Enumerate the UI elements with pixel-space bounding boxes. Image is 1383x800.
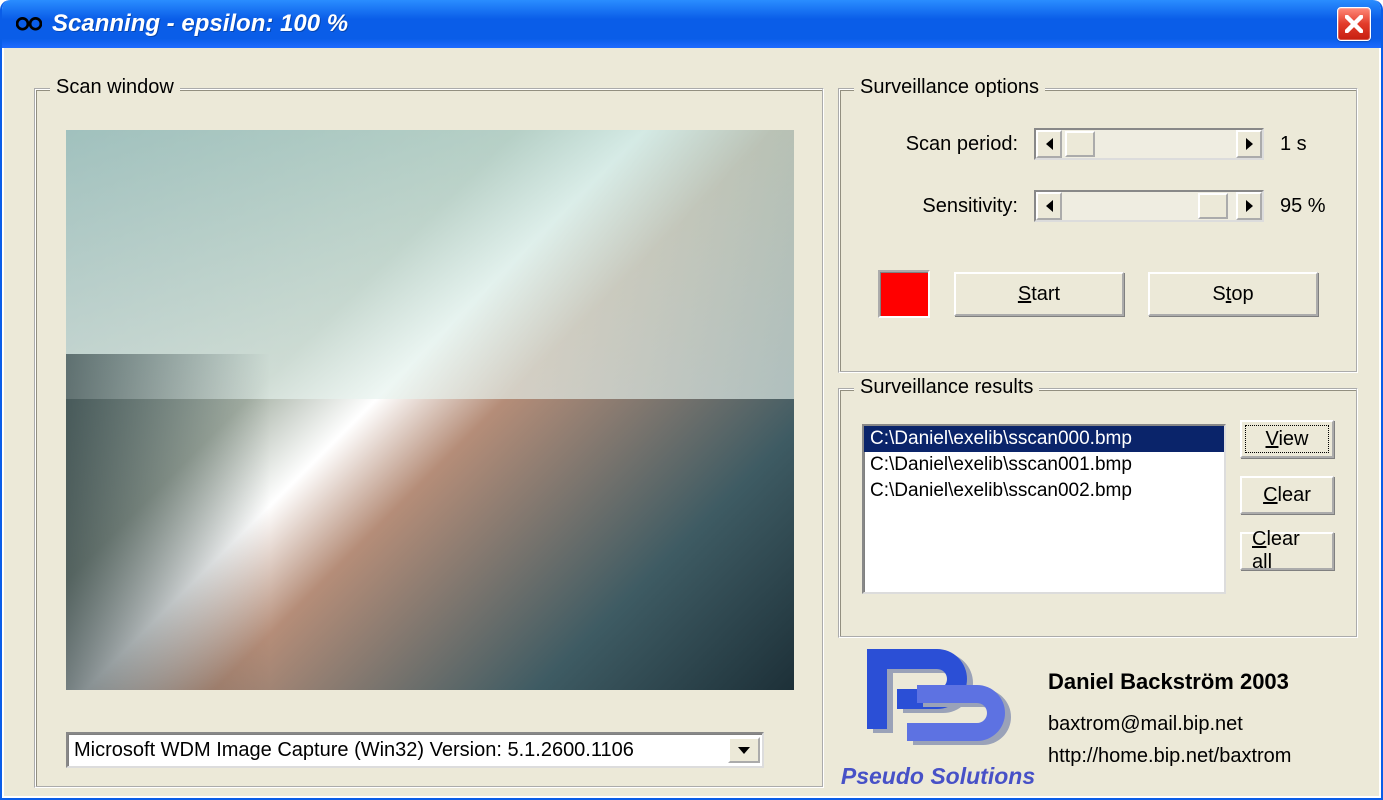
footer: Pseudo Solutions Daniel Backström 2003 b… bbox=[838, 648, 1358, 788]
scan-period-value: 1 s bbox=[1280, 133, 1307, 156]
arrow-left-button[interactable] bbox=[1036, 130, 1062, 158]
arrow-left-button[interactable] bbox=[1036, 192, 1062, 220]
author-name: Daniel Backström 2003 bbox=[1048, 664, 1291, 699]
title-bar[interactable]: Scanning - epsilon: 100 % bbox=[2, 0, 1381, 48]
list-item[interactable]: C:\Daniel\exelib\sscan000.bmp bbox=[864, 426, 1224, 452]
sensitivity-row: Sensitivity: 95 % bbox=[868, 190, 1328, 222]
capture-device-dropdown[interactable]: Microsoft WDM Image Capture (Win32) Vers… bbox=[66, 732, 764, 768]
surveillance-options-legend: Surveillance options bbox=[854, 76, 1045, 99]
results-button-column: View Clear Clear all bbox=[1240, 420, 1334, 570]
logo: Pseudo Solutions bbox=[838, 647, 1038, 790]
capture-device-value: Microsoft WDM Image Capture (Win32) Vers… bbox=[74, 739, 634, 762]
surveillance-results-legend: Surveillance results bbox=[854, 376, 1039, 399]
chevron-down-icon bbox=[738, 747, 750, 754]
client-area: Scan window Microsoft WDM Image Capture … bbox=[4, 48, 1379, 796]
webcam-preview bbox=[66, 130, 794, 690]
options-button-row: Start Stop bbox=[878, 270, 1318, 318]
surveillance-results-group: Surveillance results C:\Daniel\exelib\ss… bbox=[838, 388, 1358, 638]
status-indicator bbox=[878, 270, 930, 318]
close-button[interactable] bbox=[1337, 7, 1371, 41]
scan-window-legend: Scan window bbox=[50, 76, 180, 99]
scan-period-row: Scan period: 1 s bbox=[868, 128, 1328, 160]
stop-button[interactable]: Stop bbox=[1148, 272, 1318, 316]
slider-track[interactable] bbox=[1062, 130, 1236, 158]
brand-name: Pseudo Solutions bbox=[841, 763, 1035, 790]
scan-period-label: Scan period: bbox=[868, 133, 1034, 156]
credits: Daniel Backström 2003 baxtrom@mail.bip.n… bbox=[1048, 664, 1291, 771]
clear-button[interactable]: Clear bbox=[1240, 476, 1334, 514]
close-icon bbox=[1345, 15, 1363, 33]
arrow-right-icon bbox=[1246, 200, 1253, 212]
app-window: Scanning - epsilon: 100 % Scan window Mi… bbox=[0, 0, 1383, 800]
results-listbox[interactable]: C:\Daniel\exelib\sscan000.bmpC:\Daniel\e… bbox=[862, 424, 1226, 594]
arrow-right-button[interactable] bbox=[1236, 192, 1262, 220]
scan-window-group: Scan window Microsoft WDM Image Capture … bbox=[34, 88, 824, 788]
logo-icon bbox=[853, 647, 1023, 757]
slider-thumb[interactable] bbox=[1065, 131, 1095, 157]
surveillance-options-group: Surveillance options Scan period: 1 s Se… bbox=[838, 88, 1358, 373]
window-title: Scanning - epsilon: 100 % bbox=[52, 10, 1337, 38]
scan-period-slider[interactable] bbox=[1034, 128, 1264, 160]
author-email: baxtrom@mail.bip.net bbox=[1048, 708, 1291, 740]
arrow-right-button[interactable] bbox=[1236, 130, 1262, 158]
list-item[interactable]: C:\Daniel\exelib\sscan001.bmp bbox=[864, 452, 1224, 478]
clear-all-button[interactable]: Clear all bbox=[1240, 532, 1334, 570]
app-icon bbox=[16, 14, 42, 34]
arrow-right-icon bbox=[1246, 138, 1253, 150]
sensitivity-slider[interactable] bbox=[1034, 190, 1264, 222]
sensitivity-label: Sensitivity: bbox=[868, 195, 1034, 218]
sensitivity-value: 95 % bbox=[1280, 195, 1326, 218]
author-url: http://home.bip.net/baxtrom bbox=[1048, 740, 1291, 772]
list-item[interactable]: C:\Daniel\exelib\sscan002.bmp bbox=[864, 478, 1224, 504]
slider-track[interactable] bbox=[1062, 192, 1236, 220]
view-button[interactable]: View bbox=[1240, 420, 1334, 458]
arrow-left-icon bbox=[1046, 138, 1053, 150]
dropdown-button[interactable] bbox=[728, 737, 760, 763]
arrow-left-icon bbox=[1046, 200, 1053, 212]
start-button[interactable]: Start bbox=[954, 272, 1124, 316]
slider-thumb[interactable] bbox=[1198, 193, 1228, 219]
